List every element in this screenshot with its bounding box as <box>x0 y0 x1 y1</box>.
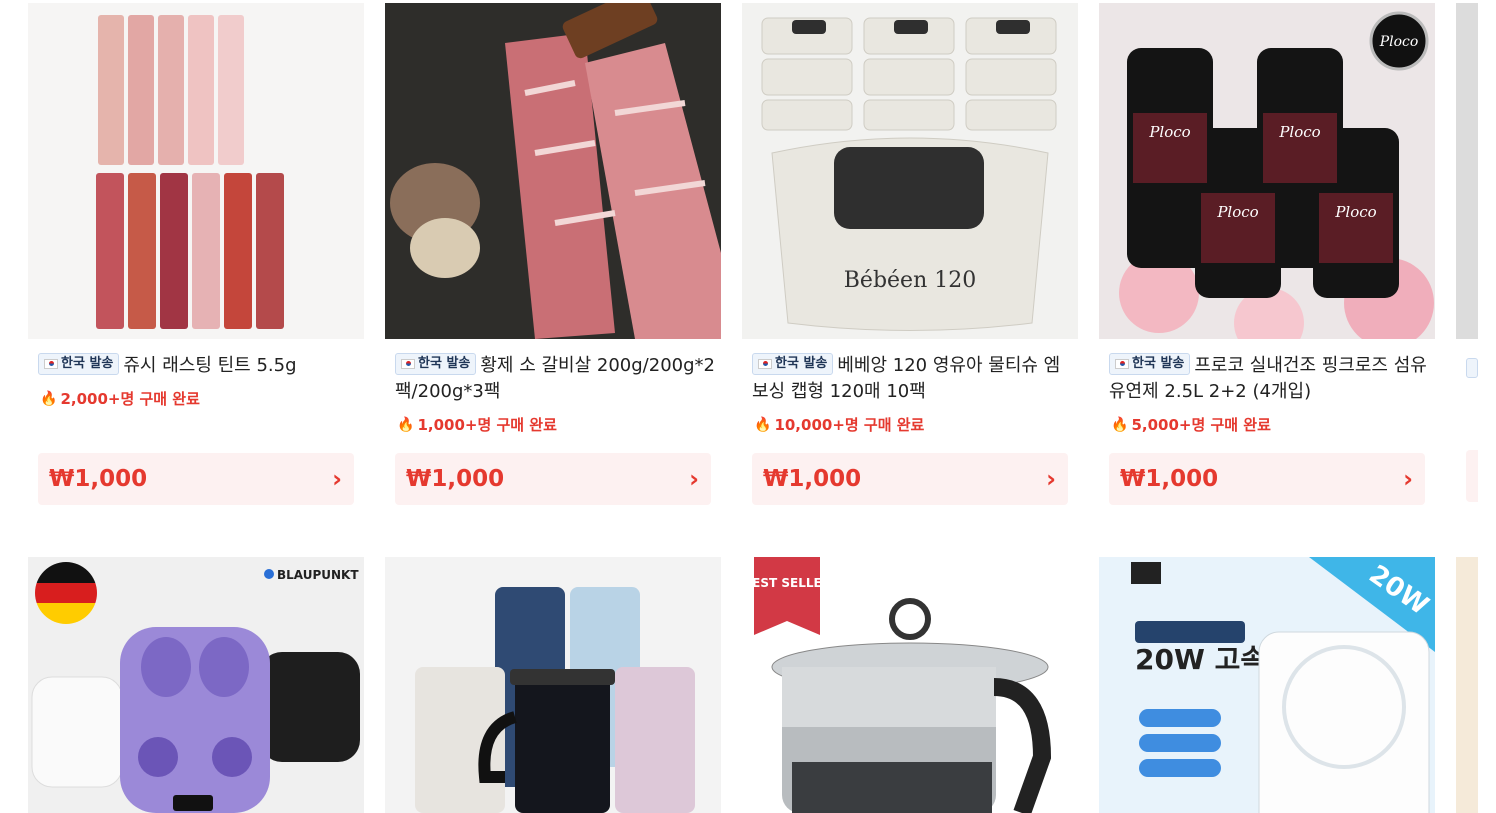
korea-shipping-badge: 한국 발송 <box>395 353 477 375</box>
chevron-right-icon[interactable]: › <box>332 465 342 493</box>
bottle-brand-text: Ploco <box>1216 203 1258 221</box>
product-image[interactable] <box>28 3 364 339</box>
korea-shipping-badge: 한국 발송 <box>38 353 120 375</box>
badge-label: 한국 발송 <box>775 356 828 371</box>
product-image[interactable]: BLAUPUNKT <box>28 557 364 813</box>
fire-icon: 🔥 <box>1111 416 1129 433</box>
price-button-partial[interactable] <box>1466 450 1478 502</box>
price: ₩1,000 <box>406 466 505 492</box>
korea-shipping-badge: 한국 발송 <box>1109 353 1191 375</box>
product-image[interactable] <box>385 3 721 339</box>
purchase-count: 🔥 2,000+명 구매 완료 <box>40 388 200 409</box>
purchase-count: 🔥 10,000+명 구매 완료 <box>754 414 924 435</box>
logo-text: Ploco <box>1379 34 1419 50</box>
product-image-partial[interactable] <box>1456 3 1478 339</box>
purchase-count-label: 5,000+명 구매 완료 <box>1131 416 1271 434</box>
product-image-partial[interactable] <box>1456 557 1478 813</box>
chevron-right-icon[interactable]: › <box>1046 465 1056 493</box>
chevron-right-icon[interactable]: › <box>1403 465 1413 493</box>
purchase-count-label: 2,000+명 구매 완료 <box>60 390 200 408</box>
price-button[interactable]: ₩1,000 › <box>752 453 1068 505</box>
bottle-brand-text: Ploco <box>1334 203 1376 221</box>
price: ₩1,000 <box>49 466 148 492</box>
product-name: 쥬시 래스팅 틴트 5.5g <box>123 355 297 376</box>
product-image[interactable]: Bébéen 120 <box>742 3 1078 339</box>
badge-label: 한국 발송 <box>1132 356 1185 371</box>
badge-label: 한국 발송 <box>418 356 471 371</box>
bottle-brand-text: Ploco <box>1148 123 1190 141</box>
purchase-count-label: 1,000+명 구매 완료 <box>417 416 557 434</box>
product-image[interactable] <box>385 557 721 813</box>
korea-shipping-badge: 한국 발송 <box>752 353 834 375</box>
purchase-count: 🔥 5,000+명 구매 완료 <box>1111 414 1271 435</box>
price: ₩1,000 <box>1120 466 1219 492</box>
price: ₩1,000 <box>763 466 862 492</box>
korea-flag-icon <box>758 359 772 369</box>
korea-flag-icon <box>44 359 58 369</box>
fire-icon: 🔥 <box>40 390 58 407</box>
purchase-count: 🔥 1,000+명 구매 완료 <box>397 414 557 435</box>
product-image[interactable]: Ploco Ploco Ploco Ploco Ploco <box>1099 3 1435 339</box>
product-grid: 한국 발송 쥬시 래스팅 틴트 5.5g 🔥 2,000+명 구매 완료 ₩1,00… <box>0 0 1496 813</box>
fire-icon: 🔥 <box>754 416 772 433</box>
chevron-right-icon[interactable]: › <box>689 465 699 493</box>
purchase-count-label: 10,000+명 구매 완료 <box>774 416 925 434</box>
fire-icon: 🔥 <box>397 416 415 433</box>
product-image[interactable]: BEST SELLER <box>742 557 1078 813</box>
product-title[interactable]: 한국 발송 황제 소 갈비살 200g/200g*2팩/200g*3팩 <box>395 353 715 405</box>
price-button[interactable]: ₩1,000 › <box>1109 453 1425 505</box>
product-title[interactable]: 한국 발송 프로코 실내건조 핑크로즈 섬유유연제 2.5L 2+2 (4개입) <box>1109 353 1429 405</box>
bottle-brand-text: Ploco <box>1278 123 1320 141</box>
best-seller-ribbon-text: BEST SELLER <box>743 576 831 590</box>
product-title[interactable]: 한국 발송 쥬시 래스팅 틴트 5.5g <box>38 353 358 379</box>
product-title[interactable]: 한국 발송 베베앙 120 영유아 물티슈 엠보싱 캡형 120매 10팩 <box>752 353 1072 405</box>
korea-shipping-badge-partial <box>1466 358 1478 378</box>
package-brand-text: Bébéen 120 <box>844 268 976 293</box>
product-image[interactable]: 20W 20W 고속 충전 <box>1099 557 1435 813</box>
korea-flag-icon <box>401 359 415 369</box>
price-button[interactable]: ₩1,000 › <box>395 453 711 505</box>
korea-flag-icon <box>1115 359 1129 369</box>
badge-label: 한국 발송 <box>61 356 114 371</box>
brand-text: BLAUPUNKT <box>277 568 359 582</box>
price-button[interactable]: ₩1,000 › <box>38 453 354 505</box>
